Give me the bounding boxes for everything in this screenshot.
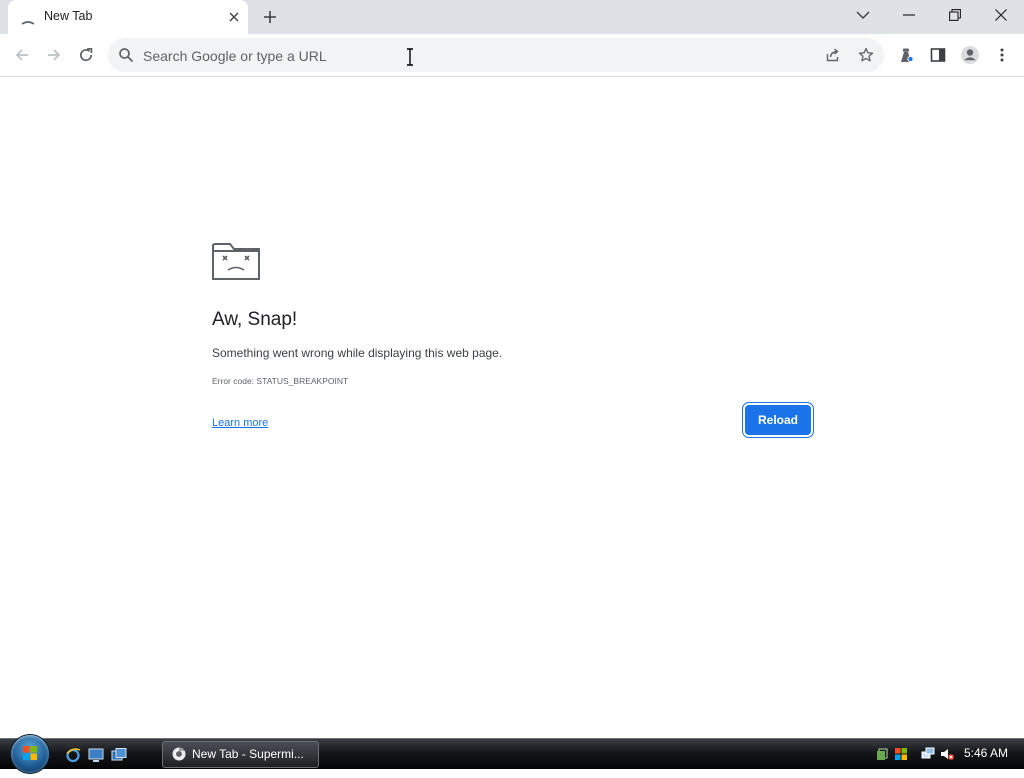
- error-title: Aw, Snap!: [212, 309, 298, 330]
- taskbar-clock: 5:46 AM: [964, 746, 1009, 760]
- start-orb[interactable]: [11, 735, 49, 773]
- reload-icon: [79, 47, 93, 62]
- back-icon: [15, 49, 28, 61]
- share-button[interactable]: [821, 43, 845, 67]
- minimize-button[interactable]: [886, 0, 932, 30]
- taskbar-chrome-button[interactable]: New Tab - Supermi...: [162, 741, 319, 768]
- switch-windows-icon[interactable]: [111, 747, 127, 763]
- toolbar: [0, 34, 1024, 77]
- plus-icon: [264, 11, 276, 23]
- error-code: Error code: STATUS_BREAKPOINT: [212, 376, 349, 386]
- menu-icon: [1000, 48, 1004, 62]
- profile-icon: [961, 46, 979, 64]
- extensions-icon: [901, 48, 914, 63]
- share-icon: [826, 48, 839, 62]
- bookmark-star-button[interactable]: [854, 43, 878, 67]
- tab-title: New Tab: [44, 9, 93, 23]
- omnibox-input[interactable]: [141, 45, 785, 67]
- new-tab-button[interactable]: [259, 6, 281, 28]
- window-close-button[interactable]: [978, 0, 1024, 30]
- close-icon: [995, 9, 1007, 21]
- page-content: Aw, Snap! Something went wrong while dis…: [0, 77, 1024, 737]
- restore-icon: [949, 9, 961, 21]
- learn-more-link[interactable]: Learn more: [212, 417, 268, 429]
- tab-strip: New Tab: [0, 0, 1024, 34]
- ie-icon[interactable]: [65, 747, 81, 763]
- error-description: Something went wrong while displaying th…: [212, 346, 503, 360]
- taskbar: New Tab - Supermi... 5:46 AM: [0, 735, 1024, 773]
- side-panel-button[interactable]: [925, 42, 951, 68]
- tab-search-button[interactable]: [840, 0, 886, 30]
- reload-toolbar-button[interactable]: [73, 42, 99, 68]
- side-panel-icon: [930, 48, 946, 62]
- volume-muted-icon[interactable]: [940, 747, 954, 761]
- chevron-down-icon: [856, 11, 870, 19]
- text-cursor-icon: [407, 48, 413, 66]
- show-desktop-icon[interactable]: [88, 747, 104, 763]
- tab-close-icon[interactable]: [226, 9, 242, 25]
- network-icon[interactable]: [921, 747, 935, 761]
- taskbar-task-label: New Tab - Supermi...: [192, 747, 304, 761]
- windows-update-icon[interactable]: [894, 747, 908, 761]
- omnibox[interactable]: [108, 38, 884, 72]
- extensions-button[interactable]: [893, 42, 919, 68]
- restore-button[interactable]: [932, 0, 978, 30]
- profile-button[interactable]: [957, 42, 983, 68]
- sad-tab-icon: [212, 243, 260, 280]
- forward-icon: [48, 49, 61, 61]
- minimize-icon: [903, 14, 915, 16]
- tray-app-icon[interactable]: [876, 747, 890, 761]
- menu-button[interactable]: [989, 42, 1015, 68]
- search-icon: [118, 47, 134, 63]
- back-button[interactable]: [9, 42, 35, 68]
- tab-new-tab[interactable]: New Tab: [8, 0, 248, 34]
- windows-logo-icon: [23, 746, 37, 760]
- star-icon: [858, 47, 874, 62]
- new-tab-favicon-icon: [20, 11, 36, 27]
- reload-button[interactable]: Reload: [745, 405, 811, 435]
- forward-button[interactable]: [41, 42, 67, 68]
- chrome-icon: [172, 747, 186, 761]
